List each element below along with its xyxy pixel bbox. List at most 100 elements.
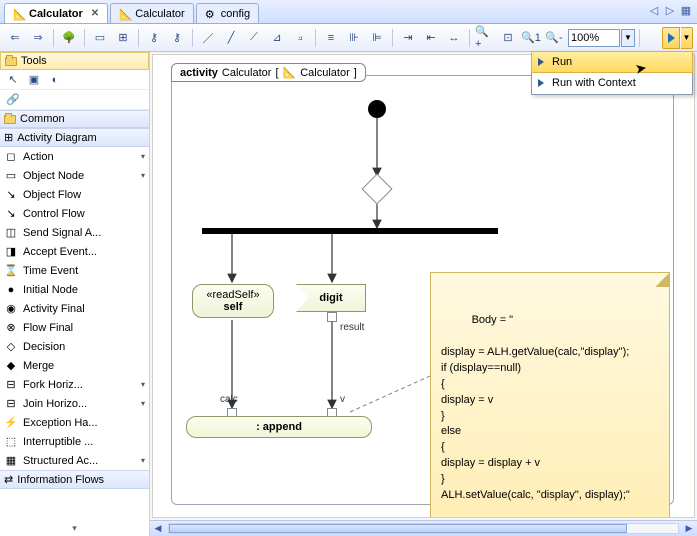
pointer-tool[interactable]: ↖ bbox=[4, 71, 22, 89]
menu-run-context[interactable]: Run with Context bbox=[532, 72, 692, 94]
palette-item-flow-final[interactable]: ⊗Flow Final bbox=[0, 318, 149, 337]
item-label: Flow Final bbox=[23, 322, 145, 334]
align2-button[interactable]: ⊪ bbox=[343, 27, 365, 49]
palette-item-object-flow[interactable]: ↘Object Flow bbox=[0, 185, 149, 204]
tab-list-icon[interactable]: ▦ bbox=[679, 3, 693, 17]
run-button[interactable] bbox=[662, 27, 680, 49]
palette-item-decision[interactable]: ◇Decision bbox=[0, 337, 149, 356]
item-label: Time Event bbox=[23, 265, 145, 277]
palette-item-activity-final[interactable]: ◉Activity Final bbox=[0, 299, 149, 318]
line4-button[interactable]: ⊿ bbox=[266, 27, 288, 49]
dist1-button[interactable]: ⇥ bbox=[397, 27, 419, 49]
note[interactable]: Body = " display = ALH.getValue(calc,"di… bbox=[430, 272, 670, 518]
tab-nav: ◁ ▷ ▦ bbox=[647, 3, 693, 17]
palette-common-section[interactable]: Common bbox=[0, 110, 149, 128]
lasso-tool[interactable]: ◐ bbox=[46, 71, 64, 89]
palette-item-fork-horiz-[interactable]: ⊟Fork Horiz...▾ bbox=[0, 375, 149, 394]
dist2-button[interactable]: ⇤ bbox=[420, 27, 442, 49]
item-label: Join Horizo... bbox=[23, 398, 136, 410]
back-button[interactable]: ⇐ bbox=[4, 27, 26, 49]
line3-button[interactable]: ⟋ bbox=[243, 27, 265, 49]
marquee-tool[interactable]: ▣ bbox=[25, 71, 43, 89]
scroll-track[interactable] bbox=[168, 523, 679, 534]
digit-event[interactable]: digit bbox=[296, 284, 366, 312]
item-label: Object Flow bbox=[23, 189, 145, 201]
chevron-down-icon[interactable]: ▾ bbox=[141, 399, 145, 408]
palette-item-object-node[interactable]: ▭Object Node▾ bbox=[0, 166, 149, 185]
diagram-canvas[interactable]: activity Calculator [ 📐 Calculator ] bbox=[152, 54, 695, 518]
menu-run[interactable]: Run bbox=[531, 51, 693, 73]
append-action[interactable]: : append bbox=[186, 416, 372, 438]
chevron-down-icon[interactable]: ▾ bbox=[141, 456, 145, 465]
palette-item-initial-node[interactable]: ●Initial Node bbox=[0, 280, 149, 299]
palette-flows-section[interactable]: ⇄ Information Flows bbox=[0, 470, 149, 489]
dist3-button[interactable]: ↔ bbox=[443, 27, 465, 49]
tree-button[interactable]: 🌳 bbox=[58, 27, 80, 49]
palette-item-interruptible-[interactable]: ⬚Interruptible ... bbox=[0, 432, 149, 451]
zoom-in-button[interactable]: 🔍+ bbox=[474, 27, 496, 49]
scroll-thumb[interactable] bbox=[169, 524, 627, 533]
palette-collapse[interactable]: ▾ bbox=[0, 521, 149, 536]
fork-bar[interactable] bbox=[202, 228, 498, 234]
section-label: Common bbox=[20, 113, 65, 125]
tab-config[interactable]: ⚙ config bbox=[196, 3, 259, 23]
line5-button[interactable]: ⟓ bbox=[289, 27, 311, 49]
selection-tools-row: ↖ ▣ ◐ bbox=[0, 70, 149, 90]
palette-item-exception-ha-[interactable]: ⚡Exception Ha... bbox=[0, 413, 149, 432]
horizontal-scrollbar[interactable]: ◀ ▶ bbox=[150, 520, 697, 536]
palette-item-structured-ac-[interactable]: ▦Structured Ac...▾ bbox=[0, 451, 149, 470]
menu-label: Run with Context bbox=[552, 77, 636, 89]
read-self-action[interactable]: «readSelf» self bbox=[192, 284, 274, 318]
zoom-dropdown[interactable]: ▼ bbox=[621, 29, 635, 47]
palette-title: Tools bbox=[21, 55, 47, 67]
zoom-actual-button[interactable]: 🔍1 bbox=[520, 27, 542, 49]
note-text: Body = " display = ALH.getValue(calc,"di… bbox=[441, 314, 630, 501]
palette-item-control-flow[interactable]: ↘Control Flow bbox=[0, 204, 149, 223]
scroll-right-icon[interactable]: ▶ bbox=[681, 521, 697, 536]
palette-item-merge[interactable]: ◆ Merge bbox=[0, 356, 149, 375]
select-button[interactable]: ▭ bbox=[89, 27, 111, 49]
folder-icon bbox=[4, 115, 16, 124]
zoom-fit-button[interactable]: ⊡ bbox=[497, 27, 519, 49]
item-icon: ⚡ bbox=[4, 416, 18, 430]
palette-item-action[interactable]: ◻Action▾ bbox=[0, 147, 149, 166]
stereotype-label: «readSelf» bbox=[206, 289, 259, 301]
chevron-down-icon[interactable]: ▾ bbox=[141, 171, 145, 180]
tab-next-icon[interactable]: ▷ bbox=[663, 3, 677, 17]
zoom-input[interactable] bbox=[568, 29, 620, 47]
scroll-left-icon[interactable]: ◀ bbox=[150, 521, 166, 536]
palette-item-time-event[interactable]: ⌛Time Event bbox=[0, 261, 149, 280]
palette-item-send-signal-a-[interactable]: ◫Send Signal A... bbox=[0, 223, 149, 242]
line2-button[interactable]: ╱ bbox=[220, 27, 242, 49]
palette-item-join-horizo-[interactable]: ⊟Join Horizo...▾ bbox=[0, 394, 149, 413]
tab-prev-icon[interactable]: ◁ bbox=[647, 3, 661, 17]
palette-tools-header[interactable]: Tools bbox=[0, 52, 149, 70]
item-icon: ◆ bbox=[4, 359, 18, 373]
align3-button[interactable]: ⊫ bbox=[366, 27, 388, 49]
run-dropdown[interactable]: ▼ bbox=[681, 27, 693, 49]
item-icon: ◇ bbox=[4, 340, 18, 354]
close-icon[interactable]: ✕ bbox=[91, 8, 99, 19]
result-pin[interactable] bbox=[327, 312, 337, 322]
forward-button[interactable]: ⇒ bbox=[27, 27, 49, 49]
diagram-header: activity Calculator [ 📐 Calculator ] bbox=[171, 63, 366, 82]
tab-calculator-active[interactable]: 📐 Calculator ✕ bbox=[4, 3, 108, 23]
hierarchy2-button[interactable]: ⚷ bbox=[166, 27, 188, 49]
layout-button[interactable]: ⊞ bbox=[112, 27, 134, 49]
item-label: Merge bbox=[23, 360, 145, 372]
initial-node[interactable] bbox=[368, 100, 386, 118]
hierarchy-button[interactable]: ⚷ bbox=[143, 27, 165, 49]
tab-calculator-2[interactable]: 📐 Calculator bbox=[110, 3, 194, 23]
chevron-down-icon[interactable]: ▾ bbox=[141, 152, 145, 161]
palette-activity-section[interactable]: ⊞ Activity Diagram bbox=[0, 128, 149, 147]
decision-node[interactable] bbox=[361, 173, 392, 204]
link-tool[interactable]: 🔗 bbox=[4, 91, 22, 109]
align1-button[interactable]: ≡ bbox=[320, 27, 342, 49]
zoom-out-button[interactable]: 🔍- bbox=[543, 27, 565, 49]
folder-icon bbox=[5, 57, 17, 66]
palette-item-accept-event-[interactable]: ◨Accept Event... bbox=[0, 242, 149, 261]
activity-icon: ⊞ bbox=[4, 131, 13, 144]
link-tools-row: 🔗 bbox=[0, 90, 149, 110]
line1-button[interactable]: ／ bbox=[197, 27, 219, 49]
chevron-down-icon[interactable]: ▾ bbox=[141, 380, 145, 389]
